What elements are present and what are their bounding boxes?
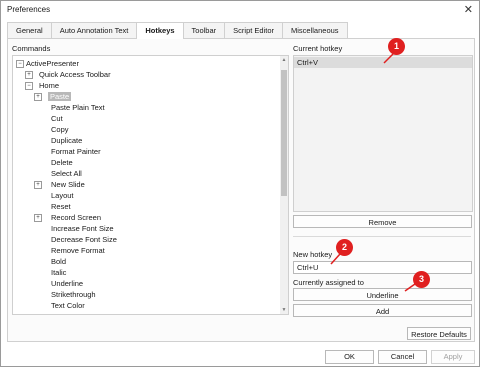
- new-hotkey-label: New hotkey: [293, 250, 333, 259]
- tree-item[interactable]: + Record Screen: [34, 212, 101, 223]
- tree-item[interactable]: Underline: [51, 278, 83, 289]
- remove-button[interactable]: Remove: [293, 215, 472, 228]
- tree-item[interactable]: + Quick Access Toolbar: [25, 69, 111, 80]
- current-hotkey-item[interactable]: Ctrl+V: [294, 57, 472, 68]
- tree-item[interactable]: Strikethrough: [51, 289, 96, 300]
- tree-item[interactable]: − Home: [25, 80, 59, 91]
- tree-item[interactable]: Reset: [51, 201, 71, 212]
- tree-item[interactable]: Paste Plain Text: [51, 102, 105, 113]
- title-bar: Preferences ✕: [1, 1, 479, 19]
- tree-item[interactable]: Remove Format: [51, 245, 105, 256]
- tree-item[interactable]: Select All: [51, 168, 82, 179]
- collapse-icon[interactable]: −: [16, 60, 24, 68]
- currently-assigned-label: Currently assigned to: [293, 278, 364, 287]
- window-title: Preferences: [7, 5, 51, 14]
- assigned-command-field: Underline: [293, 288, 472, 301]
- tree-item[interactable]: Cut: [51, 113, 63, 124]
- scrollbar-thumb[interactable]: [281, 70, 287, 196]
- tree-item[interactable]: Italic: [51, 267, 66, 278]
- commands-tree[interactable]: − ActivePresenter + Quick Access Toolbar…: [12, 55, 289, 315]
- hotkeys-panel: Commands − ActivePresenter + Quick Acces…: [7, 38, 475, 342]
- tree-item-selected[interactable]: + Paste: [34, 91, 72, 102]
- close-icon[interactable]: ✕: [464, 3, 473, 16]
- tab-toolbar[interactable]: Toolbar: [182, 22, 226, 38]
- expand-icon[interactable]: +: [34, 214, 42, 222]
- preferences-dialog: Preferences ✕ General Auto Annotation Te…: [0, 0, 480, 367]
- cancel-button[interactable]: Cancel: [378, 350, 427, 364]
- scroll-down-icon[interactable]: ▼: [281, 307, 287, 313]
- divider: [293, 236, 471, 237]
- tab-script-editor[interactable]: Script Editor: [224, 22, 284, 38]
- tree-item[interactable]: Decrease Font Size: [51, 234, 117, 245]
- expand-icon[interactable]: +: [34, 93, 42, 101]
- tab-hotkeys[interactable]: Hotkeys: [136, 22, 184, 39]
- tab-strip: General Auto Annotation Text Hotkeys Too…: [7, 22, 348, 39]
- tab-miscellaneous[interactable]: Miscellaneous: [282, 22, 348, 38]
- tree-item[interactable]: Duplicate: [51, 135, 82, 146]
- add-button[interactable]: Add: [293, 304, 472, 317]
- tree-item[interactable]: Format Painter: [51, 146, 101, 157]
- tree-item[interactable]: − ActivePresenter: [16, 58, 79, 69]
- tab-auto-annotation-text[interactable]: Auto Annotation Text: [50, 22, 138, 38]
- annotation-badge-2: 2: [336, 239, 353, 256]
- ok-button[interactable]: OK: [325, 350, 374, 364]
- tree-item[interactable]: Delete: [51, 157, 73, 168]
- commands-label: Commands: [12, 44, 51, 53]
- expand-icon[interactable]: +: [34, 181, 42, 189]
- tree-item[interactable]: Text Color: [51, 300, 85, 311]
- restore-defaults-button[interactable]: Restore Defaults: [407, 327, 471, 340]
- annotation-badge-1: 1: [388, 38, 405, 55]
- expand-icon[interactable]: +: [25, 71, 33, 79]
- tree-item[interactable]: + New Slide: [34, 179, 85, 190]
- scroll-up-icon[interactable]: ▲: [281, 57, 287, 63]
- annotation-badge-3: 3: [413, 271, 430, 288]
- current-hotkey-label: Current hotkey: [293, 44, 343, 53]
- tree-item[interactable]: Layout: [51, 190, 74, 201]
- tab-general[interactable]: General: [7, 22, 52, 38]
- tree-item[interactable]: Increase Font Size: [51, 223, 114, 234]
- tree-item[interactable]: Bold: [51, 256, 66, 267]
- apply-button[interactable]: Apply: [431, 350, 475, 364]
- collapse-icon[interactable]: −: [25, 82, 33, 90]
- tree-scrollbar[interactable]: ▲ ▼: [280, 56, 288, 314]
- tree-item[interactable]: Copy: [51, 124, 69, 135]
- new-hotkey-input[interactable]: Ctrl+U: [293, 261, 472, 274]
- current-hotkey-list[interactable]: Ctrl+V: [293, 55, 473, 212]
